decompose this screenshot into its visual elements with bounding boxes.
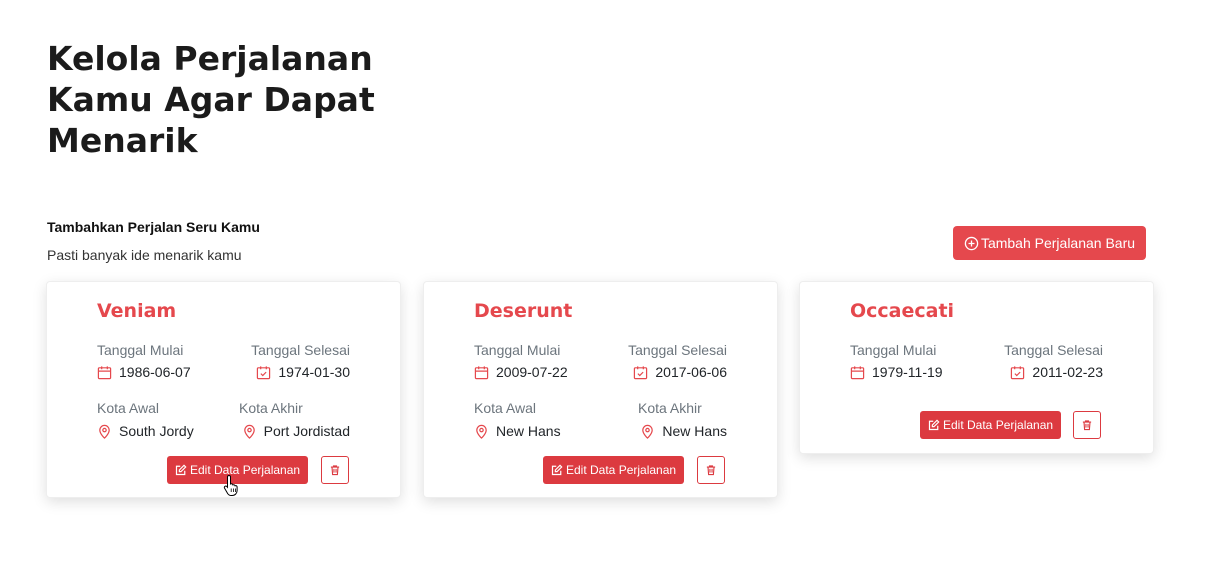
- edit-trip-label: Edit Data Perjalanan: [566, 463, 677, 477]
- end-date-label: Tanggal Selesai: [251, 342, 350, 358]
- edit-trip-label: Edit Data Perjalanan: [943, 418, 1054, 432]
- trash-icon: [706, 465, 716, 476]
- start-date-value: 1986-06-07: [119, 364, 191, 380]
- edit-trip-label: Edit Data Perjalanan: [190, 463, 301, 477]
- end-city-label: Kota Akhir: [638, 400, 702, 416]
- page-title-line-1: Kelola Perjalanan: [47, 39, 373, 78]
- page-title: Kelola Perjalanan Kamu Agar Dapat Menarik: [47, 38, 407, 161]
- trip-title: Deserunt: [474, 300, 573, 322]
- start-date-label: Tanggal Mulai: [474, 342, 561, 358]
- end-date: 2017-06-06: [633, 364, 727, 380]
- map-pin-icon: [243, 424, 255, 439]
- trip-card: Occaecati Tanggal Mulai Tanggal Selesai …: [799, 281, 1154, 454]
- delete-trip-button[interactable]: [697, 456, 725, 484]
- map-pin-icon: [642, 424, 654, 439]
- start-city: South Jordy: [97, 423, 194, 439]
- add-trip-label: Tambah Perjalanan Baru: [980, 235, 1136, 251]
- trash-icon: [1082, 420, 1092, 431]
- start-city-value: New Hans: [496, 423, 561, 439]
- delete-trip-button[interactable]: [321, 456, 349, 484]
- end-date: 2011-02-23: [1010, 364, 1103, 380]
- start-date-label: Tanggal Mulai: [97, 342, 184, 358]
- edit-icon: [928, 419, 940, 431]
- edit-icon: [551, 464, 563, 476]
- end-city: New Hans: [640, 423, 727, 439]
- end-date-label: Tanggal Selesai: [1004, 342, 1103, 358]
- start-date: 2009-07-22: [474, 364, 568, 380]
- start-city-value: South Jordy: [119, 423, 194, 439]
- plus-circle-icon: [964, 236, 979, 250]
- end-date-value: 2011-02-23: [1032, 364, 1103, 380]
- calendar-check-icon: [634, 365, 648, 379]
- calendar-icon: [474, 365, 489, 379]
- trash-icon: [330, 465, 340, 476]
- end-date-value: 1974-01-30: [278, 364, 350, 380]
- end-city-label: Kota Akhir: [239, 400, 303, 416]
- end-date-label: Tanggal Selesai: [628, 342, 727, 358]
- trip-title: Occaecati: [850, 300, 955, 322]
- end-date: 1974-01-30: [256, 364, 350, 380]
- trip-title: Veniam: [97, 300, 177, 322]
- start-city-label: Kota Awal: [474, 400, 537, 416]
- start-date-value: 2009-07-22: [496, 364, 568, 380]
- start-city: New Hans: [474, 423, 561, 439]
- calendar-icon: [850, 365, 865, 379]
- start-date: 1979-11-19: [850, 364, 943, 380]
- start-city-label: Kota Awal: [97, 400, 160, 416]
- start-date-label: Tanggal Mulai: [850, 342, 937, 358]
- end-city-value: New Hans: [662, 423, 727, 439]
- start-date-value: 1979-11-19: [872, 364, 943, 380]
- delete-trip-button[interactable]: [1073, 411, 1101, 439]
- map-pin-icon: [476, 424, 487, 439]
- section-subtitle: Pasti banyak ide menarik kamu: [47, 247, 242, 263]
- end-date-value: 2017-06-06: [655, 364, 727, 380]
- edit-icon: [175, 464, 187, 476]
- add-trip-button[interactable]: Tambah Perjalanan Baru: [953, 226, 1146, 260]
- page-title-line-3: Menarik: [47, 121, 198, 160]
- calendar-check-icon: [1011, 365, 1025, 379]
- map-pin-icon: [99, 424, 110, 439]
- start-date: 1986-06-07: [97, 364, 191, 380]
- edit-trip-button[interactable]: Edit Data Perjalanan: [543, 456, 685, 484]
- page-title-line-2: Kamu Agar Dapat: [47, 80, 375, 119]
- calendar-check-icon: [257, 365, 271, 379]
- end-city: Port Jordistad: [242, 423, 350, 439]
- calendar-icon: [97, 365, 112, 379]
- trip-card: Deserunt Tanggal Mulai Tanggal Selesai 2…: [423, 281, 778, 498]
- hand-pointer-cursor-icon: [223, 474, 238, 496]
- trip-card: Veniam Tanggal Mulai Tanggal Selesai 198…: [46, 281, 401, 498]
- edit-trip-button[interactable]: Edit Data Perjalanan: [920, 411, 1062, 439]
- end-city-value: Port Jordistad: [263, 423, 350, 439]
- section-title: Tambahkan Perjalan Seru Kamu: [47, 219, 260, 235]
